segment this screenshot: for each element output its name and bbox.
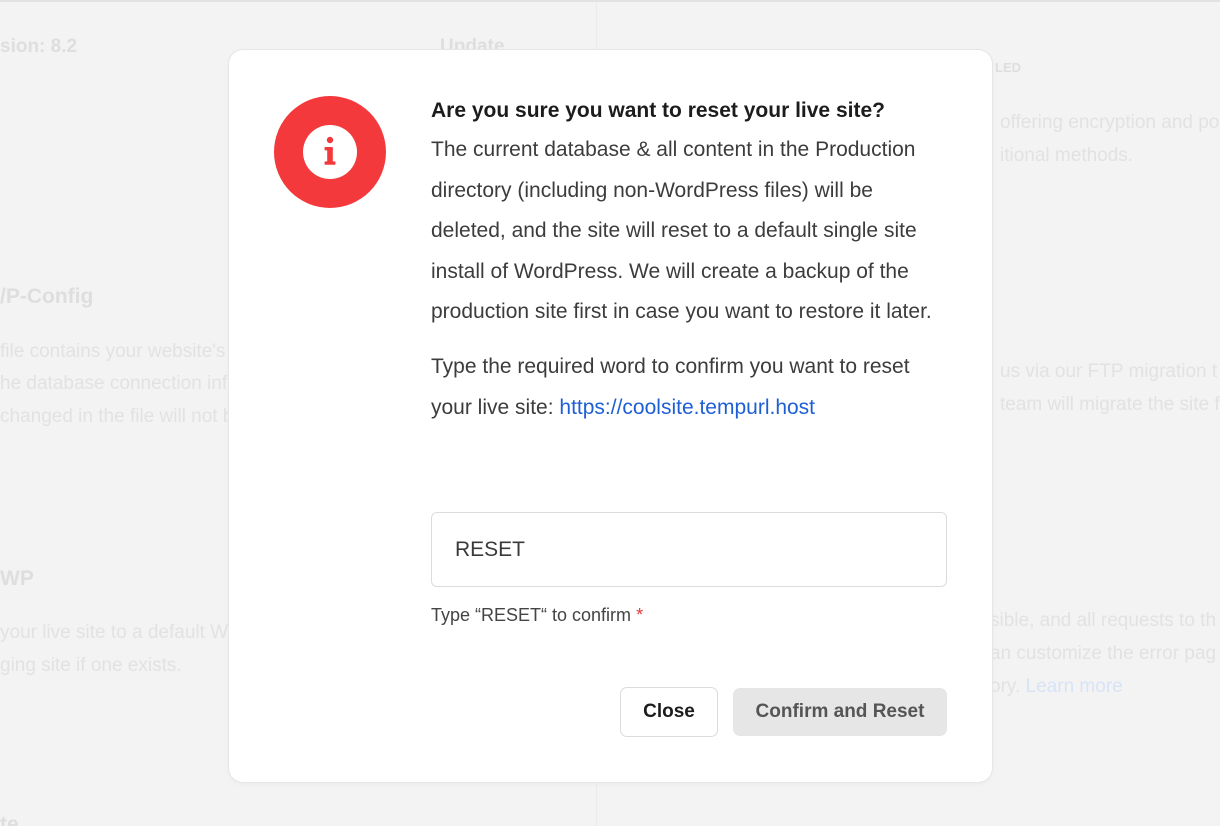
reset-wp-title: WP bbox=[0, 567, 34, 590]
site-url-link[interactable]: https://coolsite.tempurl.host bbox=[559, 396, 815, 419]
wpconfig-line-2: he database connection inf bbox=[0, 373, 228, 394]
reset-line-1: your live site to a default W bbox=[0, 622, 229, 643]
close-button[interactable]: Close bbox=[620, 687, 718, 737]
dialog-description: The current database & all content in th… bbox=[431, 138, 932, 324]
bg-right-line-1: offering encryption and po bbox=[1000, 112, 1220, 133]
wpconfig-title: /P-Config bbox=[0, 285, 94, 308]
dialog-title: Are you sure you want to reset your live… bbox=[431, 99, 885, 122]
bg-bottom-fragment: te bbox=[0, 813, 19, 826]
error-line-1: sible, and all requests to th bbox=[990, 610, 1217, 631]
dialog-content: Are you sure you want to reset your live… bbox=[431, 96, 951, 428]
wpconfig-line-1: file contains your website's bbox=[0, 341, 226, 362]
ftp-line-1: us via our FTP migration t bbox=[1000, 361, 1218, 382]
bg-right-line-2: itional methods. bbox=[1000, 145, 1134, 166]
info-icon bbox=[303, 125, 357, 179]
enabled-label: LED bbox=[995, 60, 1021, 75]
alert-badge bbox=[274, 96, 386, 208]
php-version-label: sion: 8.2 bbox=[0, 36, 78, 57]
confirm-helper: Type “RESET“ to confirm * bbox=[431, 603, 643, 627]
wpconfig-line-3: changed in the file will not b bbox=[0, 406, 234, 427]
confirm-reset-button[interactable]: Confirm and Reset bbox=[733, 688, 947, 736]
reset-confirm-dialog: Are you sure you want to reset your live… bbox=[229, 50, 992, 782]
learn-more-link[interactable]: Learn more bbox=[1026, 676, 1123, 697]
error-line-3-text: ory. bbox=[990, 676, 1021, 697]
helper-text: Type “RESET“ to confirm bbox=[431, 605, 632, 625]
confirm-word-input[interactable] bbox=[431, 512, 947, 587]
error-line-2: an customize the error pag bbox=[990, 643, 1217, 664]
page: sion: 8.2 Update LED offering encryption… bbox=[0, 0, 1220, 826]
reset-line-2: ging site if one exists. bbox=[0, 655, 182, 676]
confirm-prompt: Type the required word to confirm you wa… bbox=[431, 347, 951, 428]
ftp-line-2: team will migrate the site f bbox=[1000, 394, 1220, 415]
error-line-3: ory. Learn more bbox=[990, 670, 1123, 703]
required-mark: * bbox=[636, 605, 644, 625]
